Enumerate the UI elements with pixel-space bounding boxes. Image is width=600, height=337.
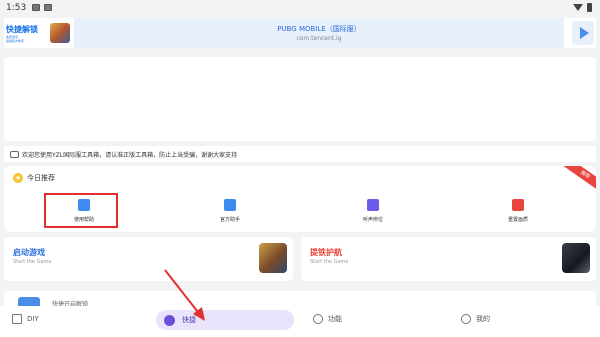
status-notification-icons — [32, 4, 52, 11]
official-assistant-button[interactable]: 官方助手 — [195, 196, 265, 226]
app-notification-icon — [44, 4, 52, 11]
recommend-item-label: 听声辨位 — [362, 217, 383, 223]
blank-ad-area — [4, 57, 596, 141]
monitor-icon — [367, 199, 379, 211]
brand-subtitle-2: 提供官方助手 — [6, 38, 25, 43]
nav-quick-label: 快捷 — [182, 316, 196, 324]
recommend-ribbon: 推荐 — [561, 166, 596, 194]
bottom-nav: DIY 快捷 功能 我的 — [0, 306, 600, 337]
nav-features[interactable]: 功能 — [313, 314, 342, 324]
video-play-icon — [224, 199, 236, 211]
game-name: PUBG MOBILE（国际服） — [277, 25, 361, 33]
recommend-item-label: 官方助手 — [219, 217, 240, 223]
nav-quick[interactable]: 快捷 — [156, 310, 294, 330]
game-package: com.tencent.ig — [296, 35, 342, 42]
sound-location-button[interactable]: 听声辨位 — [338, 196, 408, 226]
card-title: 提铁护航 — [310, 248, 342, 257]
highlight-annotation — [44, 193, 118, 228]
start-game-card[interactable]: 启动游戏 Start the Game — [4, 237, 293, 281]
compass-icon — [164, 314, 175, 326]
status-system-icons — [573, 3, 592, 12]
card-title: 启动游戏 — [13, 248, 45, 257]
home-icon — [12, 314, 22, 324]
notice-bar: 欢迎您使用YZL国际服工具箱，请认准正版工具箱，防止上当受骗，谢谢大家支持 — [4, 146, 596, 162]
play-icon — [579, 27, 589, 39]
recommend-item-label: 重置画质 — [507, 217, 528, 223]
nav-diy-label: DIY — [27, 315, 39, 323]
nav-mine-label: 我的 — [476, 315, 490, 323]
notice-text: 欢迎您使用YZL国际服工具箱，请认准正版工具箱，防止上当受骗，谢谢大家支持 — [22, 151, 238, 159]
reset-quality-button[interactable]: 重置画质 — [483, 196, 553, 226]
star-icon: ★ — [13, 173, 23, 183]
top-banner[interactable]: 快捷解锁 免费激活 提供官方助手 PUBG MOBILE（国际服） com.te… — [4, 18, 596, 48]
launch-game-button[interactable] — [572, 21, 594, 45]
nav-diy[interactable]: DIY — [12, 314, 39, 324]
pubg-dark-cover-image — [562, 243, 590, 273]
megaphone-icon — [10, 150, 19, 158]
escort-card[interactable]: 提铁护航 Start the Game — [301, 237, 596, 281]
status-time: 1:53 — [6, 3, 27, 13]
nav-mine[interactable]: 我的 — [461, 314, 490, 324]
trash-icon — [512, 199, 524, 211]
nav-features-label: 功能 — [328, 315, 342, 323]
recommend-title: 今日推荐 — [27, 174, 55, 182]
brand-block: 快捷解锁 免费激活 提供官方助手 — [6, 24, 46, 43]
card-subtitle: Start the Game — [310, 259, 349, 265]
pubg-cover-image — [259, 243, 287, 273]
pubg-game-icon[interactable] — [50, 23, 70, 43]
lightbulb-icon — [313, 314, 323, 324]
battery-icon — [587, 3, 592, 12]
status-bar: 1:53 — [0, 0, 600, 16]
image-notification-icon — [32, 4, 40, 11]
brand-title: 快捷解锁 — [6, 24, 38, 34]
wifi-icon — [573, 4, 583, 11]
game-info[interactable]: PUBG MOBILE（国际服） com.tencent.ig — [74, 18, 564, 48]
recommend-header: ★ 今日推荐 — [13, 173, 55, 183]
profile-icon — [461, 314, 471, 324]
card-subtitle: Start the Game — [13, 259, 52, 265]
